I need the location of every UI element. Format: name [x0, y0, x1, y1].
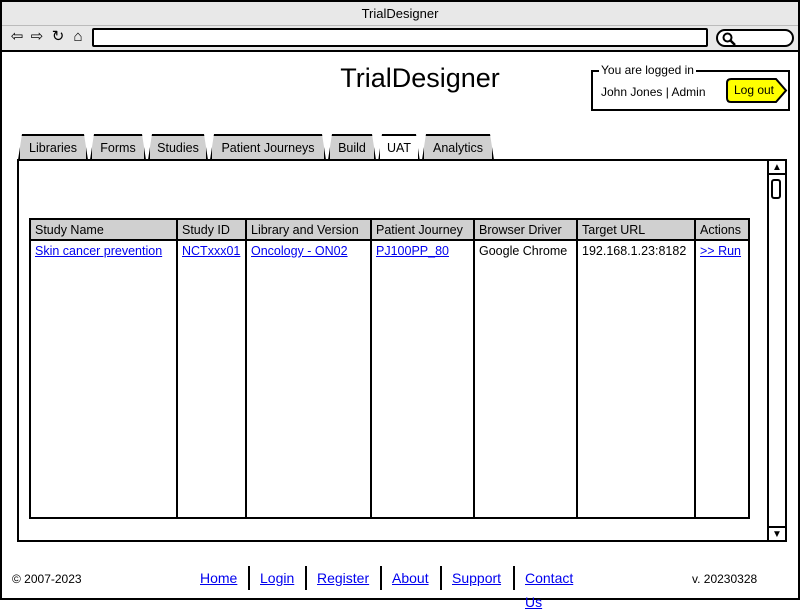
- tab-patient-journeys[interactable]: Patient Journeys: [210, 134, 326, 160]
- copyright-text: © 2007-2023: [12, 572, 82, 586]
- run-action-link[interactable]: >> Run: [700, 244, 741, 258]
- browser-window: TrialDesigner ⇦ ⇨ ↻ ⌂ TrialDesigner You …: [0, 0, 800, 610]
- col-header-browser-driver[interactable]: Browser Driver: [473, 220, 578, 241]
- study-id-link[interactable]: NCTxxx01: [182, 244, 240, 258]
- logout-button-wrap: Log out: [726, 78, 788, 103]
- patient-journey-link[interactable]: PJ100PP_80: [376, 244, 449, 258]
- footer-separator: [380, 566, 382, 590]
- footer: © 2007-2023 Home Login Register About Su…: [2, 562, 798, 610]
- scroll-down-arrow-icon[interactable]: ▼: [769, 526, 785, 540]
- footer-link-home[interactable]: Home: [200, 566, 237, 590]
- scroll-thumb[interactable]: [771, 179, 781, 199]
- col-header-actions[interactable]: Actions: [694, 220, 748, 241]
- back-arrow-icon[interactable]: ⇦: [8, 28, 26, 46]
- col-header-study-name[interactable]: Study Name: [31, 220, 178, 241]
- logout-button[interactable]: Log out: [726, 78, 782, 103]
- uat-panel: Study Name Study ID Library and Version …: [17, 159, 787, 542]
- tab-uat[interactable]: UAT: [378, 134, 420, 162]
- app-title: TrialDesigner: [340, 63, 500, 93]
- address-bar[interactable]: [92, 28, 708, 47]
- col-header-patient-journey[interactable]: Patient Journey: [370, 220, 475, 241]
- study-name-link[interactable]: Skin cancer prevention: [35, 244, 162, 258]
- vertical-scrollbar[interactable]: ▲ ▼: [767, 161, 785, 540]
- browser-driver-cell: Google Chrome: [473, 240, 578, 517]
- tab-libraries[interactable]: Libraries: [18, 134, 88, 160]
- browser-toolbar: ⇦ ⇨ ↻ ⌂: [2, 26, 798, 52]
- main-tabs: Libraries Forms Studies Patient Journeys…: [18, 134, 778, 160]
- footer-separator: [248, 566, 250, 590]
- table-row: Skin cancer prevention NCTxxx01 Oncology…: [31, 240, 748, 517]
- table-header-row: Study Name Study ID Library and Version …: [31, 220, 748, 241]
- footer-separator: [513, 566, 515, 590]
- search-box[interactable]: [716, 29, 794, 47]
- scroll-up-arrow-icon[interactable]: ▲: [769, 161, 785, 175]
- home-icon[interactable]: ⌂: [69, 28, 87, 46]
- library-version-link[interactable]: Oncology - ON02: [251, 244, 348, 258]
- col-header-target-url[interactable]: Target URL: [576, 220, 696, 241]
- login-status-box: You are logged in John Jones | Admin Log…: [591, 63, 790, 111]
- tab-forms[interactable]: Forms: [90, 134, 146, 160]
- uat-table: Study Name Study ID Library and Version …: [31, 220, 748, 517]
- col-header-study-id[interactable]: Study ID: [176, 220, 247, 241]
- footer-link-support[interactable]: Support: [452, 566, 501, 590]
- col-header-library-version[interactable]: Library and Version: [245, 220, 372, 241]
- footer-link-register[interactable]: Register: [317, 566, 369, 590]
- footer-link-contact-us[interactable]: Contact Us: [525, 566, 573, 614]
- footer-link-login[interactable]: Login: [260, 566, 294, 590]
- login-legend: You are logged in: [599, 63, 696, 77]
- tab-analytics[interactable]: Analytics: [422, 134, 494, 160]
- footer-separator: [440, 566, 442, 590]
- version-text: v. 20230328: [692, 572, 758, 586]
- footer-link-about[interactable]: About: [392, 566, 429, 590]
- tab-build[interactable]: Build: [328, 134, 376, 160]
- window-title: TrialDesigner: [2, 2, 798, 26]
- uat-table-container: Study Name Study ID Library and Version …: [29, 218, 750, 519]
- tab-studies[interactable]: Studies: [148, 134, 208, 160]
- user-info: John Jones | Admin: [601, 85, 706, 99]
- footer-separator: [305, 566, 307, 590]
- search-icon: [722, 32, 736, 46]
- forward-arrow-icon[interactable]: ⇨: [28, 28, 46, 46]
- target-url-cell: 192.168.1.23:8182: [576, 240, 696, 517]
- reload-icon[interactable]: ↻: [49, 28, 67, 46]
